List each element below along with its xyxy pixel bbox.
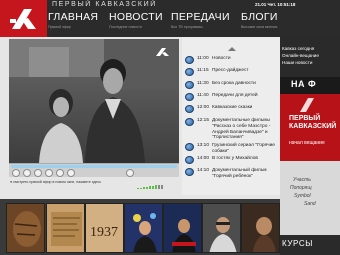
program-icon bbox=[185, 143, 194, 151]
nav-news-subtitle: Последние новости bbox=[109, 25, 142, 29]
program-icon bbox=[185, 93, 194, 101]
schedule-time: 11:40 bbox=[197, 93, 209, 98]
schedule-time: 13:10 bbox=[197, 143, 210, 148]
nav-news[interactable]: НОВОСТИ Последние новости bbox=[109, 11, 163, 35]
thumbnail-strip: 1937 bbox=[0, 199, 280, 255]
program-icon bbox=[185, 81, 194, 89]
video-frame-image bbox=[9, 39, 179, 163]
stop-button[interactable] bbox=[23, 169, 31, 177]
prev-button[interactable] bbox=[45, 169, 53, 177]
banner-grey[interactable]: Участь Попорящ Symbol Sand bbox=[280, 161, 340, 235]
program-icon bbox=[185, 156, 194, 164]
thumbnail[interactable] bbox=[241, 203, 280, 253]
thumbnail-image bbox=[7, 204, 44, 252]
nav-home-subtitle: Прямой эфир bbox=[48, 25, 71, 29]
fullscreen-button[interactable] bbox=[67, 169, 75, 177]
thumbnail-image: 1937 bbox=[86, 204, 123, 252]
schedule-title: Документальные фильмы "Рассказ о себе Ма… bbox=[212, 118, 271, 141]
schedule-title: Грузинский сериал "Горячие собаки" bbox=[212, 143, 275, 154]
schedule-time: 12:15 bbox=[197, 118, 210, 123]
banner-red[interactable]: ПЕРВЫЙ КАВКАЗСКИЙ начал вещание bbox=[280, 94, 340, 161]
banner-dark-text: НА Ф bbox=[291, 79, 317, 89]
nav-blogs-subtitle: Высокие окна мнения bbox=[241, 25, 278, 29]
currency-rates-heading: КУРСЫ bbox=[282, 239, 313, 248]
next-button[interactable] bbox=[56, 169, 64, 177]
program-icon bbox=[185, 56, 194, 64]
channel-logo[interactable] bbox=[0, 0, 47, 37]
banner-grey-line: Sand bbox=[304, 201, 316, 207]
schedule-title: Передачи для детей bbox=[212, 93, 258, 98]
progress-bar[interactable] bbox=[11, 165, 177, 168]
thumbnail-image bbox=[125, 204, 162, 252]
program-icon bbox=[185, 168, 194, 176]
nav-home[interactable]: ГЛАВНАЯ Прямой эфир bbox=[48, 11, 98, 35]
scroll-up-icon[interactable] bbox=[228, 47, 236, 51]
player-controls bbox=[9, 163, 179, 189]
nav-news-label: НОВОСТИ bbox=[109, 11, 163, 23]
thumbnail[interactable] bbox=[46, 203, 85, 253]
thumbnail[interactable] bbox=[202, 203, 241, 253]
banner-logo-icon bbox=[300, 98, 314, 112]
banner-grey-line: Symbol bbox=[294, 193, 311, 199]
schedule-title: Без срока давности bbox=[212, 81, 256, 86]
schedule-title: Кавказские сказки bbox=[212, 105, 253, 110]
schedule-time: 14:10 bbox=[197, 168, 210, 173]
thumbnail[interactable] bbox=[124, 203, 163, 253]
live-new-window-link[interactable]: ● смотреть прямой эфир в новом окне, наж… bbox=[10, 180, 101, 184]
banner-red-subtitle: начал вещание bbox=[289, 140, 325, 146]
play-button[interactable] bbox=[12, 169, 20, 177]
schedule-title: Пресс-дайджест bbox=[212, 68, 249, 73]
sidebar-link-news[interactable]: Наши новости bbox=[282, 60, 312, 65]
thumbnail-image bbox=[47, 204, 84, 252]
program-icon bbox=[185, 118, 194, 126]
schedule-title: Новости bbox=[212, 56, 231, 61]
schedule-panel: 11:00 Новости 11:15 Пресс-дайджест 11:30… bbox=[182, 37, 280, 217]
nav-programs-label: ПЕРЕДАЧИ bbox=[171, 11, 230, 23]
schedule-title: В гостях у Михайлов bbox=[212, 156, 258, 161]
schedule-time: 11:15 bbox=[197, 68, 209, 73]
page: ПЕРВЫЙ КАВКАЗСКИЙ 21.01 Чет. 10:51:18 ГЛ… bbox=[0, 0, 340, 255]
schedule-title: Документальный фильм "Горячий ребёнок" bbox=[212, 168, 267, 179]
watermark-logo-icon bbox=[156, 48, 169, 56]
thumbnail-image bbox=[203, 204, 240, 252]
logo-k-icon bbox=[10, 9, 36, 29]
sidebar-link-caucasus-today[interactable]: Кавказ сегодня bbox=[282, 46, 314, 51]
mute-button[interactable] bbox=[126, 169, 134, 177]
banner-grey-line: Попорящ bbox=[290, 185, 312, 191]
nav-programs[interactable]: ПЕРЕДАЧИ Все ТВ программы bbox=[171, 11, 230, 35]
nav-programs-subtitle: Все ТВ программы bbox=[171, 25, 203, 29]
program-icon bbox=[185, 105, 194, 113]
right-sidebar: Кавказ сегодня Онлайн-вещание Наши новос… bbox=[280, 37, 340, 255]
banner-dark[interactable]: НА Ф bbox=[280, 77, 340, 94]
thumbnail-image bbox=[242, 204, 279, 252]
volume-slider[interactable] bbox=[137, 171, 173, 189]
schedule-time: 11:30 bbox=[197, 81, 209, 86]
nav-blogs[interactable]: БЛОГИ Высокие окна мнения bbox=[241, 11, 278, 35]
schedule-time: 12:00 bbox=[197, 105, 210, 110]
nav-home-label: ГЛАВНАЯ bbox=[48, 11, 99, 23]
thumbnail[interactable]: 1937 bbox=[85, 203, 124, 253]
channel-name: ПЕРВЫЙ КАВКАЗСКИЙ bbox=[52, 1, 157, 8]
header: ПЕРВЫЙ КАВКАЗСКИЙ 21.01 Чет. 10:51:18 ГЛ… bbox=[0, 0, 340, 37]
thumbnail-caption: 1937 bbox=[90, 225, 118, 240]
video-player[interactable] bbox=[9, 39, 179, 163]
banner-red-title: ПЕРВЫЙ КАВКАЗСКИЙ bbox=[289, 115, 337, 130]
nav-blogs-label: БЛОГИ bbox=[241, 11, 278, 23]
program-icon bbox=[185, 68, 194, 76]
datetime: 21.01 Чет. 10:51:18 bbox=[255, 2, 296, 7]
schedule-time: 14:00 bbox=[197, 156, 210, 161]
pause-button[interactable] bbox=[34, 169, 42, 177]
thumbnail[interactable] bbox=[163, 203, 202, 253]
sidebar-link-online[interactable]: Онлайн-вещание bbox=[282, 53, 319, 58]
thumbnail[interactable] bbox=[6, 203, 45, 253]
schedule-time: 11:00 bbox=[197, 56, 209, 61]
thumbnail-image bbox=[164, 204, 201, 252]
banner-grey-line: Участь bbox=[293, 177, 311, 183]
